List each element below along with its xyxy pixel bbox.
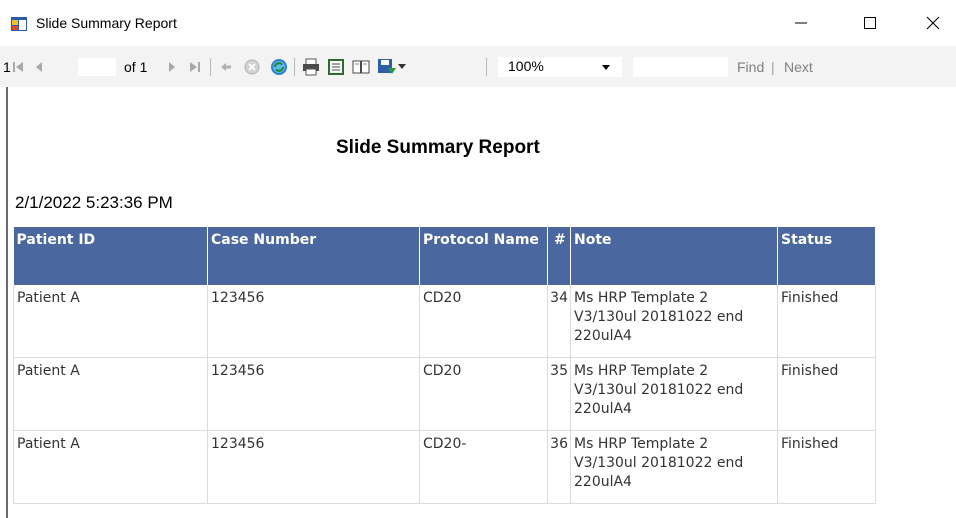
note-line: 220ulA4 [574, 328, 632, 344]
next-page-button[interactable] [167, 46, 177, 87]
cell-protocol-name: CD20- [419, 430, 548, 504]
zoom-value: 100% [508, 58, 544, 74]
cell-case-number: 123456 [207, 357, 420, 431]
cell-case-number: 123456 [207, 285, 420, 358]
cell-patient-id: Patient A [13, 430, 208, 504]
refresh-icon [271, 58, 287, 75]
next-page-icon [169, 61, 175, 72]
zoom-select[interactable]: 100% [498, 57, 622, 77]
note-line: V3/130ul 20181022 end [574, 309, 744, 325]
last-page-button[interactable] [189, 46, 201, 87]
save-export-icon [378, 58, 396, 74]
first-page-button[interactable] [12, 46, 24, 87]
report-viewer-window: Slide Summary Report 1 of 1 100% Find | … [0, 0, 956, 518]
book-icon [352, 60, 370, 73]
title-bar: Slide Summary Report [0, 0, 956, 46]
note-line: 220ulA4 [574, 401, 632, 417]
stop-button[interactable] [244, 46, 260, 87]
window-title: Slide Summary Report [36, 15, 177, 31]
maximize-button[interactable] [847, 0, 893, 46]
report-toolbar: 1 of 1 100% Find | Next [0, 46, 956, 88]
minimize-button[interactable] [778, 0, 824, 46]
cell-status: Finished [777, 357, 876, 431]
minimize-icon [795, 22, 807, 24]
slide-summary-table: Patient ID Case Number Protocol Name # N… [13, 227, 876, 504]
first-page-icon [13, 61, 23, 72]
print-layout-button[interactable] [327, 46, 345, 87]
report-left-border [6, 87, 8, 518]
find-next-link[interactable]: Next [784, 46, 813, 87]
previous-page-icon [36, 61, 42, 72]
table-row: Patient A 123456 CD20 34 Ms HRP Template… [13, 285, 876, 358]
column-header-status: Status [777, 227, 876, 285]
previous-page-button[interactable] [34, 46, 44, 87]
cell-protocol-name: CD20 [419, 357, 548, 431]
column-header-patient-id: Patient ID [13, 227, 208, 285]
cell-note: Ms HRP Template 2 V3/130ul 20181022 end … [570, 285, 778, 358]
printer-icon [303, 58, 319, 75]
cell-patient-id: Patient A [13, 285, 208, 358]
toolbar-separator [210, 58, 211, 76]
refresh-button[interactable] [270, 46, 288, 87]
cell-protocol-name: CD20 [419, 285, 548, 358]
cell-note: Ms HRP Template 2 V3/130ul 20181022 end … [570, 430, 778, 504]
table-row: Patient A 123456 CD20 35 Ms HRP Template… [13, 357, 876, 431]
last-page-icon [190, 61, 200, 72]
current-page-value: 1 [3, 59, 11, 75]
report-timestamp: 2/1/2022 5:23:36 PM [15, 193, 173, 212]
chevron-down-icon [602, 65, 610, 70]
cell-number: 36 [547, 430, 571, 504]
table-header-row: Patient ID Case Number Protocol Name # N… [13, 227, 876, 285]
dropdown-arrow-icon [398, 63, 406, 69]
close-button[interactable] [910, 0, 956, 46]
column-header-number: # [547, 227, 571, 285]
back-arrow-icon [221, 62, 231, 71]
export-button[interactable] [377, 46, 406, 87]
report-title: Slide Summary Report [336, 137, 540, 158]
maximize-icon [864, 17, 876, 29]
page-layout-icon [328, 58, 344, 75]
cell-patient-id: Patient A [13, 357, 208, 431]
find-link[interactable]: Find [737, 46, 764, 87]
cell-note: Ms HRP Template 2 V3/130ul 20181022 end … [570, 357, 778, 431]
report-viewer-icon [11, 17, 27, 31]
note-line: 220ulA4 [574, 474, 632, 490]
note-line: V3/130ul 20181022 end [574, 382, 744, 398]
back-button[interactable] [219, 46, 233, 87]
note-line: Ms HRP Template 2 [574, 290, 709, 306]
toolbar-separator [486, 58, 487, 76]
current-page-input[interactable]: 1 [3, 58, 116, 76]
table-row: Patient A 123456 CD20- 36 Ms HRP Templat… [13, 430, 876, 504]
column-header-protocol-name: Protocol Name [419, 227, 548, 285]
find-separator: | [771, 58, 775, 75]
cell-status: Finished [777, 430, 876, 504]
note-line: Ms HRP Template 2 [574, 436, 709, 452]
toolbar-separator [294, 58, 295, 76]
column-header-note: Note [570, 227, 778, 285]
page-setup-button[interactable] [352, 46, 370, 87]
find-input[interactable] [633, 57, 728, 77]
column-header-case-number: Case Number [207, 227, 420, 285]
stop-icon [244, 59, 260, 74]
page-count-label: of 1 [124, 58, 148, 75]
cell-case-number: 123456 [207, 430, 420, 504]
note-line: Ms HRP Template 2 [574, 363, 709, 379]
note-line: V3/130ul 20181022 end [574, 455, 744, 471]
cell-status: Finished [777, 285, 876, 358]
close-icon [926, 16, 940, 30]
print-button[interactable] [302, 46, 320, 87]
cell-number: 35 [547, 357, 571, 431]
cell-number: 34 [547, 285, 571, 358]
